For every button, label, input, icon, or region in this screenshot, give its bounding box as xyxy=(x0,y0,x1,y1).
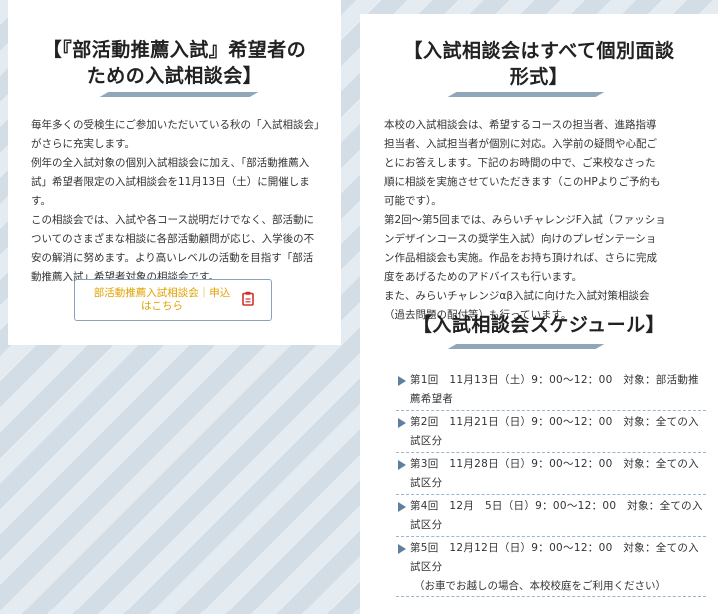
left-paragraph: この相談会では、入試や各コース説明だけでなく、部活動についてのさまざまな相談に各… xyxy=(31,214,315,283)
schedule-list: 第1回 11月13日（土）9：00～12：00 対象：部活動推薦希望者 第2回 … xyxy=(396,371,706,597)
schedule-item-text: 第4回 12月 5日（日）9：00～12：00 対象：全ての入試区分 xyxy=(410,500,703,531)
right-paragraph: 第2回～第5回までは、みらいチャレンジF入試（ファッションデザインコースの奨学生… xyxy=(384,214,666,283)
consultation-apply-button[interactable]: 部活動推薦入試相談会｜申込はこちら xyxy=(74,279,272,321)
schedule-item-text: 第1回 11月13日（土）9：00～12：00 対象：部活動推薦希望者 xyxy=(410,374,699,405)
schedule-heading-underline xyxy=(447,344,605,349)
schedule-item: 第2回 11月21日（日）9：00～12：00 対象：全ての入試区分 xyxy=(396,413,706,453)
triangle-marker-icon xyxy=(398,418,406,428)
left-paragraph: 例年の全入試対象の個別入試相談会に加え、「部活動推薦入試」希望者限定の入試相談会… xyxy=(31,157,310,207)
schedule-item-text: 第5回 12月12日（日）9：00～12：00 対象：全ての入試区分 xyxy=(410,542,699,573)
right-heading-line2: 形式】 xyxy=(509,66,569,88)
schedule-item: 第1回 11月13日（土）9：00～12：00 対象：部活動推薦希望者 xyxy=(396,371,706,411)
right-body: 本校の入試相談会は、希望するコースの担当者、進路指導担当者、入試担当者が個別に対… xyxy=(384,116,666,325)
triangle-marker-icon xyxy=(398,376,406,386)
left-body: 毎年多くの受検生にご参加いただいている秋の「入試相談会」がさらに充実します。 例… xyxy=(31,116,321,287)
triangle-marker-icon xyxy=(398,460,406,470)
left-card: 【『部活動推薦入試』希望者の ための入試相談会】 毎年多くの受検生にご参加いただ… xyxy=(8,0,341,345)
left-paragraph: 毎年多くの受検生にご参加いただいている秋の「入試相談会」がさらに充実します。 xyxy=(31,119,320,150)
right-heading-underline xyxy=(447,92,605,97)
left-heading: 【『部活動推薦入試』希望者の ための入試相談会】 xyxy=(8,37,341,89)
left-heading-underline xyxy=(99,92,259,97)
schedule-item-text: 第3回 11月28日（日）9：00～12：00 対象：全ての入試区分 xyxy=(410,458,699,489)
left-heading-line2: ための入試相談会】 xyxy=(86,65,263,87)
schedule-item-text: 第2回 11月21日（日）9：00～12：00 対象：全ての入試区分 xyxy=(410,416,699,447)
left-heading-line1: 【『部活動推薦入試』希望者の xyxy=(42,39,307,61)
schedule-item-note: （お車でお越しの場合、本校校庭をご利用ください） xyxy=(414,580,666,592)
clipboard-icon xyxy=(242,291,254,310)
right-paragraph: 本校の入試相談会は、希望するコースの担当者、進路指導担当者、入試担当者が個別に対… xyxy=(384,119,661,207)
schedule-item: 第4回 12月 5日（日）9：00～12：00 対象：全ての入試区分 xyxy=(396,497,706,537)
consultation-apply-button-label: 部活動推薦入試相談会｜申込はこちら xyxy=(93,287,231,312)
schedule-item: 第5回 12月12日（日）9：00～12：00 対象：全ての入試区分 （お車でお… xyxy=(396,539,706,597)
right-heading: 【入試相談会はすべて個別面談 形式】 xyxy=(360,38,718,90)
right-heading-line1: 【入試相談会はすべて個別面談 xyxy=(403,40,675,62)
triangle-marker-icon xyxy=(398,544,406,554)
schedule-heading-text: 【入試相談会スケジュール】 xyxy=(412,314,666,336)
schedule-item: 第3回 11月28日（日）9：00～12：00 対象：全ての入試区分 xyxy=(396,455,706,495)
triangle-marker-icon xyxy=(398,502,406,512)
schedule-heading: 【入試相談会スケジュール】 xyxy=(360,312,718,338)
